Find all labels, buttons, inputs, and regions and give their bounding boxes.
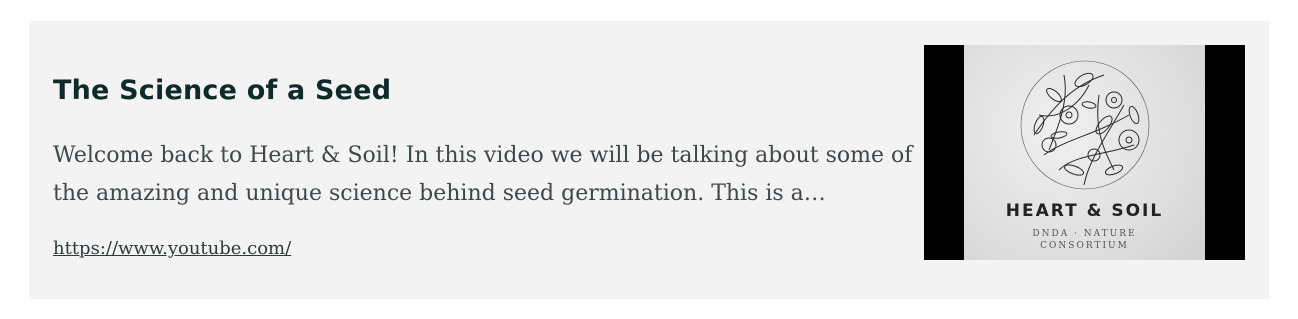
brand-name: HEART & SOIL bbox=[1005, 201, 1164, 221]
card-title[interactable]: The Science of a Seed bbox=[53, 75, 391, 106]
brand-tagline-2: CONSORTIUM bbox=[1040, 241, 1129, 251]
thumbnail-image: HEART & SOIL DNDA · NATURE CONSORTIUM bbox=[964, 45, 1205, 260]
brand-tagline-1: DNDA · NATURE bbox=[1032, 229, 1137, 239]
floral-circle-logo bbox=[1020, 60, 1150, 190]
card-url[interactable]: https://www.youtube.com/ bbox=[53, 238, 291, 259]
card-description: Welcome back to Heart & Soil! In this vi… bbox=[53, 143, 913, 206]
video-thumbnail[interactable]: HEART & SOIL DNDA · NATURE CONSORTIUM bbox=[924, 45, 1245, 260]
link-preview-card[interactable]: The Science of a Seed Welcome back to He… bbox=[29, 21, 1269, 299]
